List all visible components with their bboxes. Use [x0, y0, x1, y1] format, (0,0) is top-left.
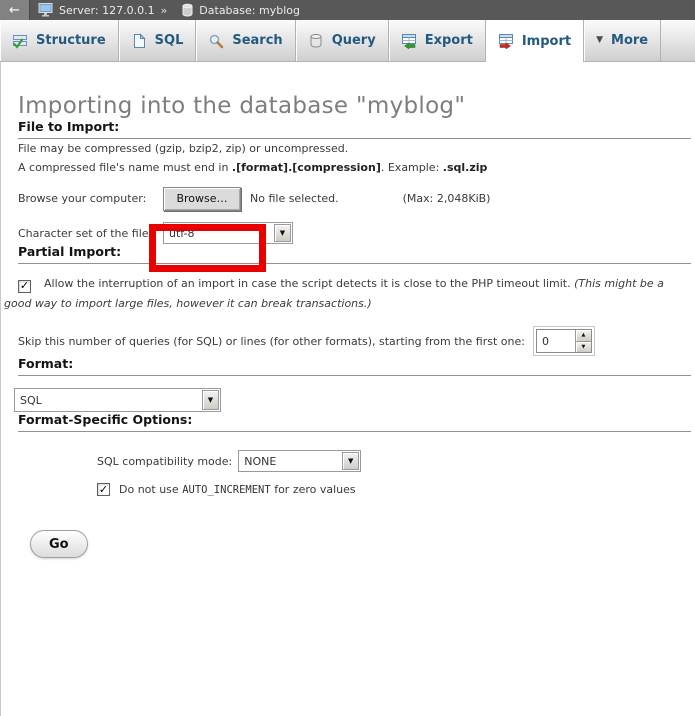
tab-query[interactable]: Query: [296, 20, 389, 61]
structure-icon: [12, 33, 28, 49]
no-file-selected-text: No file selected.: [250, 192, 339, 205]
dropdown-arrow-icon: ▼: [342, 452, 359, 470]
tab-export[interactable]: Export: [389, 20, 486, 61]
tab-label: Search: [232, 33, 282, 48]
breadcrumb-database[interactable]: Database: myblog: [199, 4, 300, 17]
section-heading-file-to-import: File to Import:: [18, 119, 691, 139]
export-icon: [401, 33, 417, 49]
chevron-down-icon: ▼: [596, 36, 603, 45]
tab-import[interactable]: Import: [486, 20, 584, 62]
max-size-text: (Max: 2,048KiB): [403, 192, 491, 205]
browse-button[interactable]: Browse…: [163, 187, 241, 211]
search-icon: [208, 33, 224, 49]
skip-queries-row: Skip this number of queries (for SQL) or…: [18, 326, 691, 356]
sql-compatibility-label: SQL compatibility mode:: [97, 455, 232, 468]
back-arrow-icon: ←: [9, 3, 20, 18]
page-title: Importing into the database "myblog": [18, 62, 691, 119]
dropdown-arrow-icon: ▼: [202, 390, 219, 410]
sql-compatibility-row: SQL compatibility mode: NONE ▼: [97, 450, 691, 472]
format-select-value: SQL: [15, 394, 201, 407]
charset-row: Character set of the file: utf-8 ▼: [18, 222, 691, 244]
tab-label: Export: [425, 33, 473, 48]
browse-label: Browse your computer:: [18, 192, 163, 205]
tab-search[interactable]: Search: [196, 20, 295, 61]
main-content: Importing into the database "myblog" Fil…: [0, 62, 695, 716]
tab-label: Query: [332, 33, 376, 48]
section-heading-format-specific: Format-Specific Options:: [18, 412, 691, 432]
auto-increment-row: ✓ Do not use AUTO_INCREMENT for zero val…: [97, 483, 691, 496]
tab-more[interactable]: ▼ More: [584, 20, 661, 61]
charset-select-value: utf-8: [164, 227, 273, 240]
auto-increment-code: AUTO_INCREMENT: [182, 484, 271, 496]
spinner-up-button[interactable]: ▲: [576, 330, 591, 341]
section-heading-partial-import: Partial Import:: [18, 244, 691, 264]
file-upload-row: Browse your computer: Browse… No file se…: [18, 186, 691, 211]
sql-compatibility-select[interactable]: NONE ▼: [238, 450, 361, 472]
back-button[interactable]: ←: [0, 0, 30, 20]
breadcrumb-server[interactable]: Server: 127.0.0.1: [59, 4, 155, 17]
go-row: Go: [18, 496, 691, 558]
auto-increment-text: Do not use AUTO_INCREMENT for zero value…: [119, 483, 356, 496]
format-row: SQL ▼: [18, 388, 691, 412]
spinner-up-icon: ▲: [582, 332, 586, 338]
skip-queries-label: Skip this number of queries (for SQL) or…: [18, 335, 525, 348]
sql-compatibility-value: NONE: [239, 455, 341, 468]
skip-queries-input[interactable]: 0 ▲ ▼: [533, 326, 595, 356]
checkmark-icon: ✓: [99, 484, 108, 495]
section-heading-format: Format:: [18, 356, 691, 376]
skip-queries-value: 0: [537, 330, 575, 352]
breadcrumb-bar: ← Server: 127.0.0.1 » Database: myblog: [0, 0, 695, 20]
compression-note: File may be compressed (gzip, bzip2, zip…: [18, 139, 691, 158]
query-icon: [308, 33, 324, 49]
charset-label: Character set of the file:: [18, 227, 163, 240]
server-icon: [38, 3, 54, 17]
spinner-down-button[interactable]: ▼: [576, 341, 591, 353]
tabbar-filler: [661, 20, 695, 61]
breadcrumb-separator: »: [161, 4, 168, 17]
dropdown-arrow-icon: ▼: [274, 224, 291, 242]
tab-sql[interactable]: SQL: [119, 20, 197, 61]
allow-interrupt-row: ✓ Allow the interruption of an import in …: [4, 274, 691, 314]
tab-label: SQL: [155, 33, 184, 48]
auto-increment-checkbox[interactable]: ✓: [97, 483, 110, 496]
tab-label: Import: [522, 34, 571, 49]
import-icon: [498, 33, 514, 49]
allow-interrupt-text: Allow the interruption of an import in c…: [44, 277, 574, 290]
tab-structure[interactable]: Structure: [0, 20, 119, 61]
format-select[interactable]: SQL ▼: [14, 388, 221, 412]
tab-label: More: [611, 33, 648, 48]
charset-select[interactable]: utf-8 ▼: [163, 222, 293, 244]
checkmark-icon: ✓: [20, 280, 29, 291]
filename-note: A compressed file's name must end in .[f…: [18, 158, 691, 177]
go-button[interactable]: Go: [30, 530, 88, 558]
spinner-down-icon: ▼: [582, 344, 586, 350]
database-icon: [181, 3, 194, 17]
allow-interrupt-checkbox[interactable]: ✓: [18, 280, 31, 293]
tab-label: Structure: [36, 33, 106, 48]
tab-bar: Structure SQL Search Query Export Import…: [0, 20, 695, 62]
sql-icon: [131, 33, 147, 49]
